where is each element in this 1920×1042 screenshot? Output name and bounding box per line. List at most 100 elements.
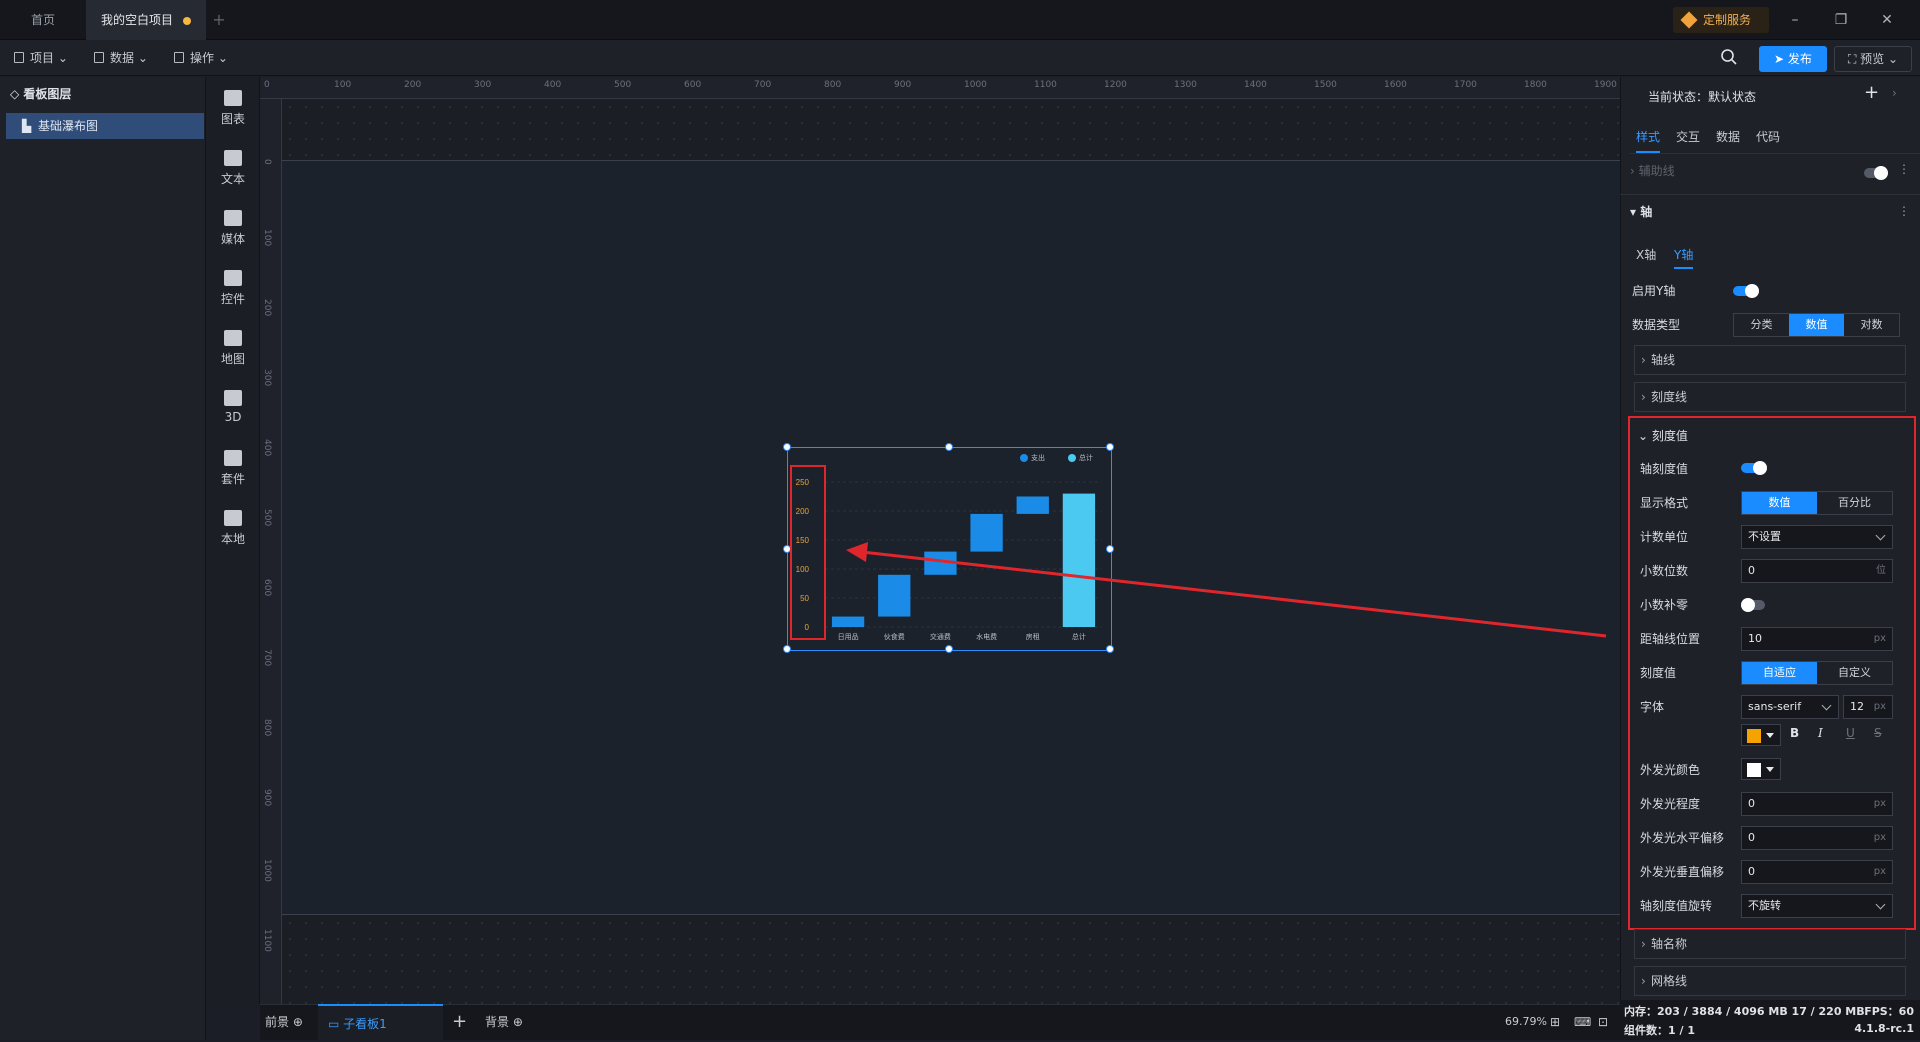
fit-screen-icon[interactable]: ⊞ (1550, 1004, 1560, 1040)
zoom-level[interactable]: 69.79% (1505, 1004, 1547, 1040)
enable-y-toggle[interactable] (1733, 284, 1759, 298)
glow-color-picker[interactable] (1741, 758, 1781, 780)
status-bar: 内存：203 / 3884 / 4096 MB 17 / 220 MB FPS：… (1620, 1000, 1920, 1040)
more-icon[interactable]: ⋮ (1898, 162, 1910, 176)
menu-operation[interactable]: 操作 ⌄ (160, 40, 240, 76)
decimals-unit: 位 (1876, 565, 1886, 576)
format-value[interactable]: 数值 (1742, 492, 1817, 514)
tab-home[interactable]: 首页 (0, 0, 86, 40)
horizontal-ruler[interactable]: 0 100 200 300 400 500 600 700 800 900 1000 1100 1200… (260, 77, 1620, 99)
tool-media[interactable]: 媒体 (206, 202, 260, 260)
tab-project[interactable]: 我的空白项目 (86, 0, 206, 40)
glow-h-input[interactable]: 0 px (1741, 826, 1893, 850)
tool-control[interactable]: 控件 (206, 262, 260, 320)
ruler-tick-label: 700 (262, 649, 272, 667)
font-color-picker[interactable] (1741, 724, 1781, 746)
minimize-icon[interactable]: – (1772, 0, 1818, 40)
tab-data[interactable]: 数据 (1716, 128, 1740, 145)
add-state-button[interactable]: + (1864, 82, 1879, 103)
tick-mode-auto[interactable]: 自适应 (1742, 662, 1817, 684)
tick-mode-selector[interactable]: 自适应 自定义 (1741, 661, 1893, 685)
decimals-value: 0 (1748, 564, 1755, 577)
grid-line-section[interactable]: › 网格线 (1634, 966, 1906, 996)
menu-project[interactable]: 项目 ⌄ (0, 40, 80, 76)
resize-handle[interactable] (1106, 645, 1114, 653)
glow-h-label: 外发光水平偏移 (1640, 831, 1725, 845)
more-icon[interactable]: ⋮ (1898, 204, 1910, 218)
tool-map[interactable]: 地图 (206, 322, 260, 380)
tab-x-axis[interactable]: X轴 (1636, 246, 1656, 263)
data-type-label: 数据类型 (1632, 318, 1681, 332)
strikethrough-icon[interactable]: S (1874, 726, 1882, 740)
data-type-log[interactable]: 对数 (1844, 314, 1899, 336)
divider (1620, 194, 1920, 195)
add-circle-icon[interactable]: ⊕ (293, 1015, 303, 1029)
chart-selection-box[interactable] (783, 443, 1114, 653)
axis-line-section[interactable]: › 轴线 (1634, 345, 1906, 375)
publish-button[interactable]: ➤ 发布 (1759, 46, 1827, 72)
font-family-select[interactable]: sans-serif (1741, 695, 1839, 719)
preview-button[interactable]: ⛶ 预览 ⌄ (1834, 46, 1912, 72)
menu-data[interactable]: 数据 ⌄ (80, 40, 160, 76)
foreground-tab[interactable]: 前景 ⊕ (265, 1004, 303, 1040)
axis-name-section[interactable]: › 轴名称 (1634, 929, 1906, 959)
resize-handle[interactable] (783, 443, 791, 451)
chevron-right-icon[interactable]: › (1892, 86, 1897, 100)
data-type-selector[interactable]: 分类 数值 对数 (1733, 313, 1900, 337)
tool-kit[interactable]: 套件 (206, 442, 260, 500)
keyboard-icon[interactable]: ⌨ (1574, 1004, 1591, 1040)
console-icon[interactable]: ⊡ (1598, 1004, 1608, 1040)
send-icon: ➤ (1774, 52, 1788, 66)
display-format-selector[interactable]: 数值 百分比 (1741, 491, 1893, 515)
layer-item[interactable]: ▙ 基础瀑布图 (6, 113, 204, 139)
tab-interaction[interactable]: 交互 (1676, 128, 1700, 145)
restore-icon[interactable]: ❐ (1818, 0, 1864, 40)
decimals-input[interactable]: 0位 (1741, 559, 1893, 583)
subboard-tab[interactable]: ▭ 子看板1 (318, 1004, 443, 1040)
rotate-select[interactable]: 不旋转 (1741, 894, 1893, 918)
offset-input[interactable]: 10 px (1741, 627, 1893, 651)
axis-section[interactable]: ▾ 轴 (1630, 198, 1910, 226)
menu-operation-label: 操作 (190, 51, 215, 65)
vertical-ruler[interactable]: 0 100 200 300 400 500 600 700 800 900 1000 1100 (260, 99, 282, 1004)
glow-v-input[interactable]: 0 px (1741, 860, 1893, 884)
background-tab[interactable]: 背景 ⊕ (485, 1004, 523, 1040)
italic-icon[interactable]: I (1818, 726, 1823, 740)
add-tab-button[interactable]: + (206, 0, 232, 40)
close-icon[interactable]: ✕ (1864, 0, 1910, 40)
tab-code[interactable]: 代码 (1756, 128, 1780, 145)
add-subboard-button[interactable]: + (452, 1004, 467, 1040)
tick-line-section[interactable]: › 刻度线 (1634, 382, 1906, 412)
resize-handle[interactable] (945, 443, 953, 451)
tick-mode-custom[interactable]: 自定义 (1817, 662, 1892, 684)
guide-toggle[interactable] (1864, 166, 1888, 180)
foreground-label: 前景 (265, 1015, 290, 1029)
tick-value-section[interactable]: ⌄ 刻度值 (1638, 422, 1688, 450)
bold-icon[interactable]: B (1790, 726, 1799, 740)
zero-pad-toggle[interactable] (1741, 598, 1765, 612)
tool-puzzle[interactable]: 本地 (206, 502, 260, 560)
underline-icon[interactable]: U (1846, 726, 1855, 740)
ruler-tick-label: 500 (262, 509, 272, 527)
tab-y-axis[interactable]: Y轴 (1674, 246, 1694, 269)
data-type-value[interactable]: 数值 (1789, 314, 1844, 336)
tool-text[interactable]: 文本 (206, 142, 260, 200)
add-circle-icon[interactable]: ⊕ (513, 1015, 523, 1029)
count-unit-select[interactable]: 不设置 (1741, 525, 1893, 549)
resize-handle[interactable] (1106, 545, 1114, 553)
tab-style[interactable]: 样式 (1636, 128, 1661, 153)
axis-tick-value-toggle[interactable] (1741, 461, 1767, 475)
tool-bar-chart[interactable]: 图表 (206, 82, 260, 140)
tick-value-label: 刻度值 (1651, 429, 1688, 443)
data-type-category[interactable]: 分类 (1734, 314, 1789, 336)
subboard-label: 子看板1 (343, 1017, 387, 1031)
search-icon[interactable] (1720, 48, 1738, 66)
resize-handle[interactable] (945, 645, 953, 653)
font-size-input[interactable]: 12 px (1843, 695, 1893, 719)
format-percent[interactable]: 百分比 (1817, 492, 1892, 514)
glow-level-input[interactable]: 0 px (1741, 792, 1893, 816)
custom-service-button[interactable]: 定制服务 (1673, 7, 1769, 33)
resize-handle[interactable] (783, 645, 791, 653)
tool-cube[interactable]: 3D (206, 382, 260, 440)
resize-handle[interactable] (1106, 443, 1114, 451)
